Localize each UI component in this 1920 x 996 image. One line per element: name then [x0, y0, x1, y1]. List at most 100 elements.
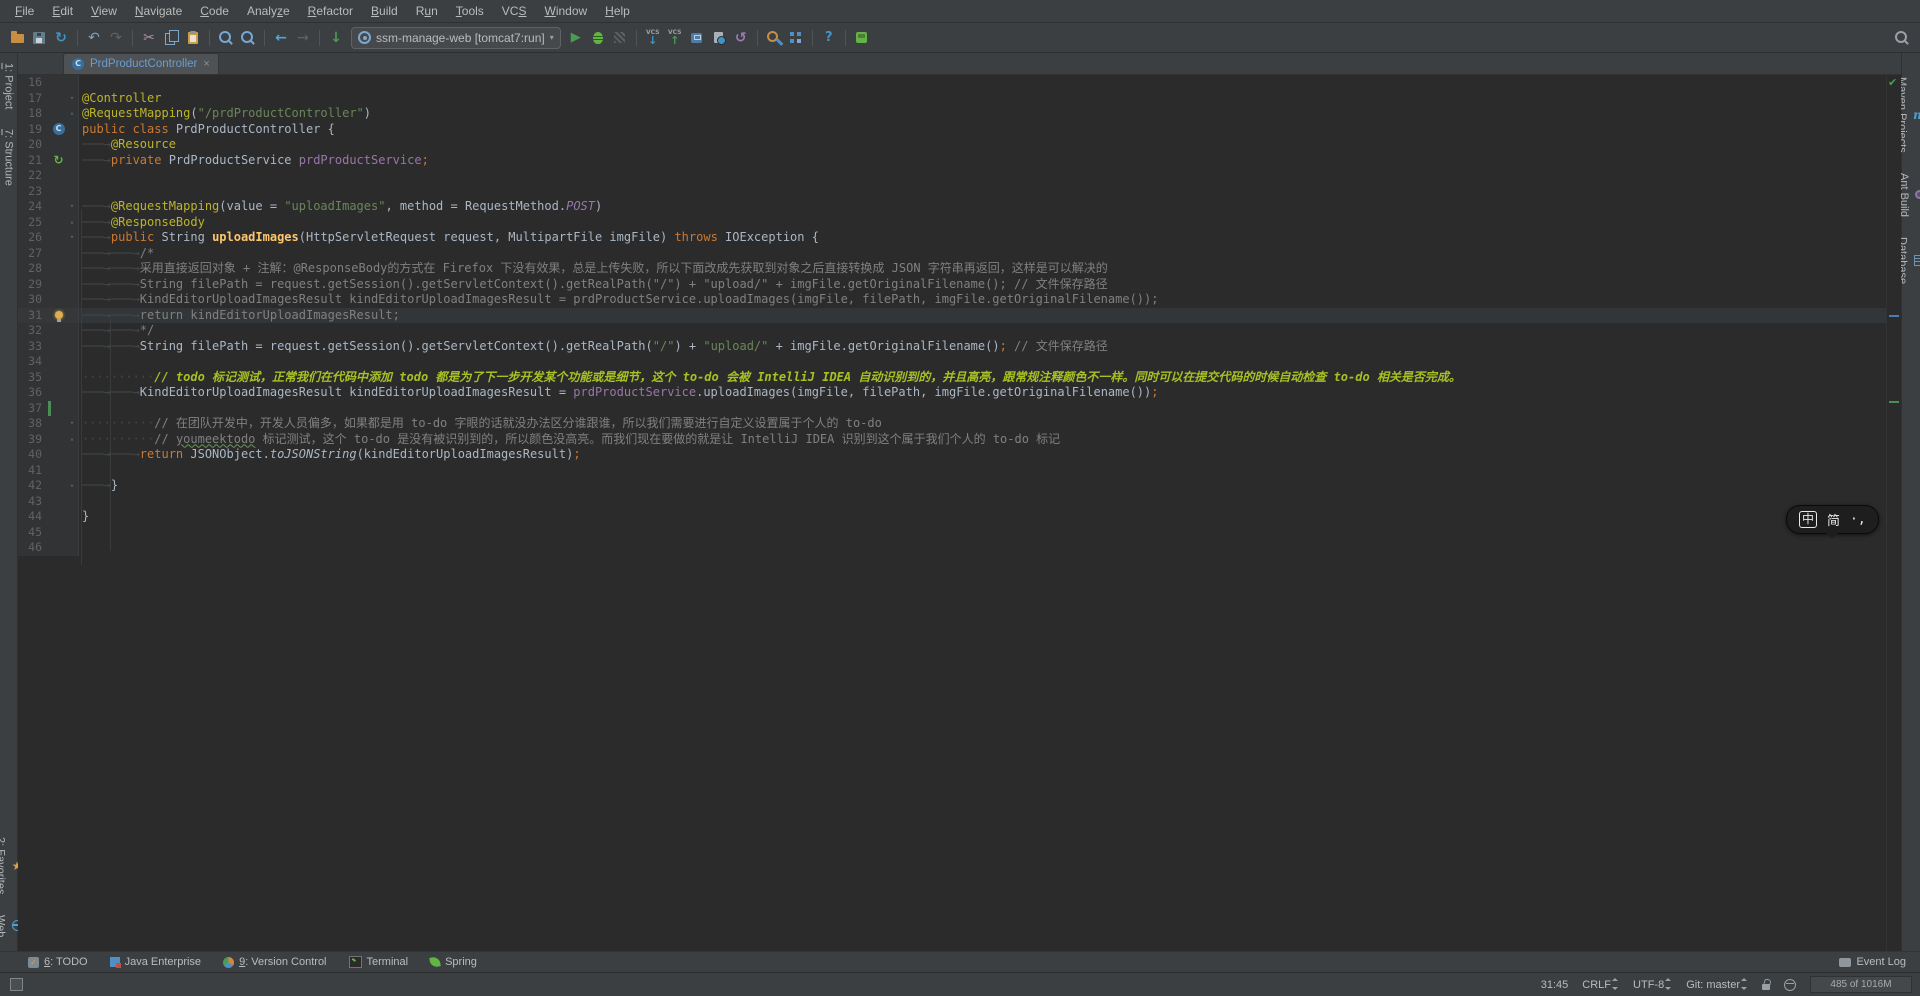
vcs-update-icon[interactable]: VCS↓ [643, 28, 663, 48]
code-text[interactable] [79, 463, 1901, 479]
code-text[interactable]: ───→───→return kindEditorUploadImagesRes… [79, 308, 1901, 324]
memory-indicator[interactable]: 485 of 1016M [1810, 976, 1912, 993]
error-stripe[interactable]: ✔ [1886, 75, 1901, 951]
line-number[interactable]: 45 [18, 525, 48, 541]
code-text[interactable]: ───→───→KindEditorUploadImagesResult kin… [79, 292, 1901, 308]
caret-stripe-mark[interactable] [1889, 315, 1899, 317]
fold-marker[interactable]: ▾ [66, 199, 79, 215]
undo-icon[interactable]: ↶ [84, 28, 104, 48]
code-text[interactable]: ───→@Resource [79, 137, 1901, 153]
line-number[interactable]: 39 [18, 432, 48, 448]
line-number[interactable]: 17 [18, 91, 48, 107]
code-text[interactable]: @RequestMapping("/prdProductController") [79, 106, 1901, 122]
vcs-branch-selector[interactable]: Git: master [1686, 979, 1748, 991]
copy-icon[interactable] [161, 28, 181, 48]
find-icon[interactable] [216, 28, 236, 48]
toolwindow-toggle-icon[interactable] [10, 978, 23, 991]
code-text[interactable]: ───→───→String filePath = request.getSes… [79, 339, 1901, 355]
code-text[interactable] [79, 525, 1901, 541]
line-number[interactable]: 20 [18, 137, 48, 153]
save-all-icon[interactable] [29, 28, 49, 48]
line-number[interactable]: 27 [18, 246, 48, 262]
coverage-icon[interactable] [610, 28, 630, 48]
code-text[interactable]: ··········// todo 标记测试，正常我们在代码中添加 todo 都… [79, 370, 1901, 386]
line-number[interactable]: 25 [18, 215, 48, 231]
code-text[interactable]: ───→───→KindEditorUploadImagesResult kin… [79, 385, 1901, 401]
fold-marker[interactable]: ▾ [66, 416, 79, 432]
close-icon[interactable]: × [203, 58, 209, 70]
fold-marker[interactable]: ▴ [66, 478, 79, 494]
bulb-gutter-icon[interactable] [55, 311, 63, 319]
code-text[interactable]: ───→@ResponseBody [79, 215, 1901, 231]
code-text[interactable]: ───→───→采用直接返回对象 + 注解：@ResponseBody的方式在 … [79, 261, 1901, 277]
line-number[interactable]: 30 [18, 292, 48, 308]
menu-window[interactable]: Window [535, 1, 596, 22]
code-text[interactable]: ───→public String uploadImages(HttpServl… [79, 230, 1901, 246]
line-number[interactable]: 23 [18, 184, 48, 200]
line-number[interactable]: 19 [18, 122, 48, 138]
line-number[interactable]: 24 [18, 199, 48, 215]
plugin-icon[interactable] [852, 28, 872, 48]
fold-marker[interactable]: ▴ [66, 215, 79, 231]
tool-button-7-structure[interactable]: 7: Structure [3, 129, 15, 186]
lock-icon[interactable] [1762, 984, 1770, 990]
menu-tools[interactable]: Tools [447, 1, 493, 22]
shelve-icon[interactable] [687, 28, 707, 48]
run-configuration-select[interactable]: ssm-manage-web [tomcat7:run] ▾ [351, 27, 561, 49]
line-number[interactable]: 16 [18, 75, 48, 91]
fold-marker[interactable]: ▴ [66, 106, 79, 122]
tool-button-ant-build[interactable]: Ant Build [1898, 173, 1920, 217]
code-text[interactable] [79, 184, 1901, 200]
help-icon[interactable]: ? [819, 28, 839, 48]
line-number[interactable]: 35 [18, 370, 48, 386]
caret-position[interactable]: 31:45 [1541, 979, 1569, 991]
line-number[interactable]: 26 [18, 230, 48, 246]
forward-icon[interactable]: → [293, 28, 313, 48]
vcs-commit-icon[interactable]: VCS↑ [665, 28, 685, 48]
toolwindow-button-event-log[interactable]: Event Log [1839, 956, 1906, 968]
code-text[interactable]: ───→───→/* [79, 246, 1901, 262]
code-text[interactable]: ───→} [79, 478, 1901, 494]
line-number[interactable]: 31 [18, 308, 48, 324]
code-text[interactable]: ··········// 在团队开发中，开发人员偏多，如果都是用 to-do 字… [79, 416, 1901, 432]
line-number[interactable]: 22 [18, 168, 48, 184]
back-icon[interactable]: ← [271, 28, 291, 48]
line-number[interactable]: 33 [18, 339, 48, 355]
encoding-selector[interactable]: UTF-8 [1633, 979, 1672, 991]
line-number[interactable]: 37 [18, 401, 48, 417]
code-text[interactable]: ───→───→*/ [79, 323, 1901, 339]
menu-build[interactable]: Build [362, 1, 407, 22]
replace-icon[interactable] [238, 28, 258, 48]
code-text[interactable] [79, 401, 1901, 417]
redo-icon[interactable]: ↷ [106, 28, 126, 48]
fold-marker[interactable]: ▴ [66, 432, 79, 448]
toolwindow-button-terminal[interactable]: Terminal [349, 956, 409, 968]
code-text[interactable] [79, 75, 1901, 91]
project-structure-icon[interactable] [786, 28, 806, 48]
menu-vcs[interactable]: VCS [493, 1, 536, 22]
code-text[interactable] [79, 494, 1901, 510]
line-number[interactable]: 44 [18, 509, 48, 525]
code-text[interactable] [79, 168, 1901, 184]
cut-icon[interactable]: ✂ [139, 28, 159, 48]
menu-file[interactable]: File [6, 1, 43, 22]
code-text[interactable]: ───→───→return JSONObject.toJSONString(k… [79, 447, 1901, 463]
toolwindow-button-6-todo[interactable]: 6: TODO [28, 956, 88, 968]
line-number[interactable]: 34 [18, 354, 48, 370]
debug-icon[interactable] [588, 28, 608, 48]
fold-marker[interactable]: ▾ [66, 230, 79, 246]
line-number[interactable]: 42 [18, 478, 48, 494]
line-number[interactable]: 38 [18, 416, 48, 432]
code-text[interactable]: @Controller [79, 91, 1901, 107]
menu-navigate[interactable]: Navigate [126, 1, 191, 22]
make-project-icon[interactable]: ↓ [326, 28, 346, 48]
code-text[interactable]: ··········// youmeektodo 标记测试，这个 to-do 是… [79, 432, 1901, 448]
menu-code[interactable]: Code [191, 1, 238, 22]
line-number[interactable]: 41 [18, 463, 48, 479]
menu-help[interactable]: Help [596, 1, 639, 22]
gutter-icon-column[interactable] [51, 122, 66, 138]
menu-edit[interactable]: Edit [43, 1, 82, 22]
line-number[interactable]: 18 [18, 106, 48, 122]
line-number[interactable]: 36 [18, 385, 48, 401]
toolwindow-button-9-version-control[interactable]: 9: Version Control [223, 956, 326, 968]
